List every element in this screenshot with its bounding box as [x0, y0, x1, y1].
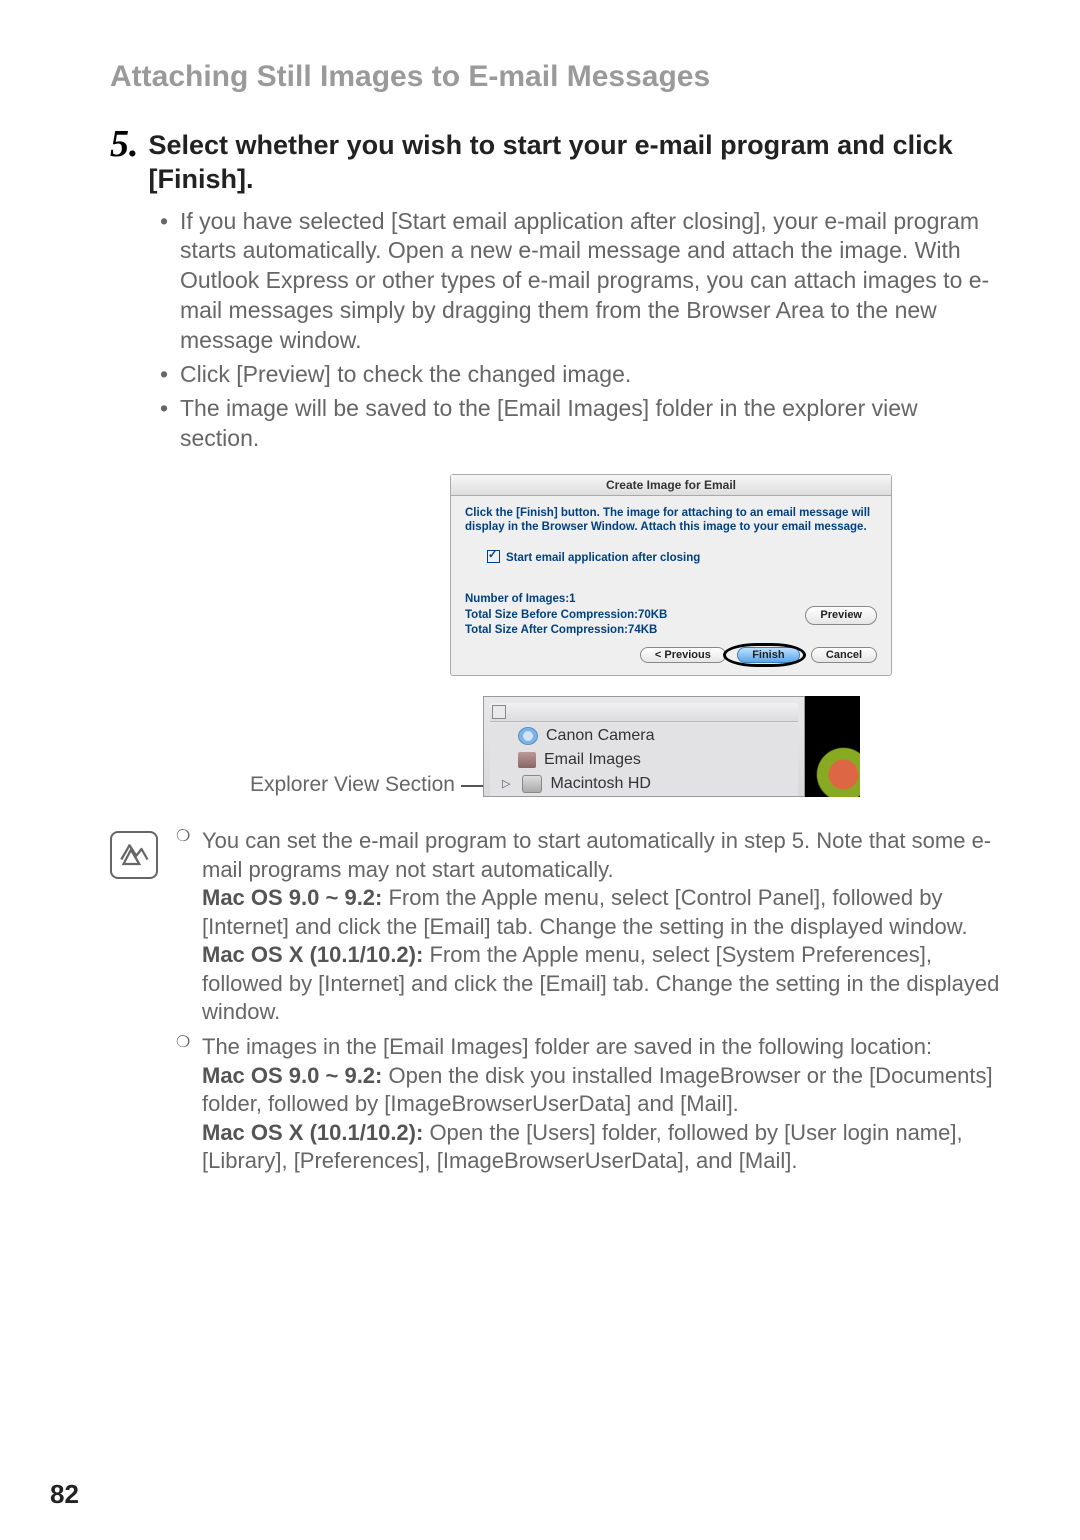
dialog-actions: < Previous Finish Cancel — [465, 647, 877, 663]
step-title: Select whether you wish to start your e-… — [149, 129, 1001, 197]
note-macx-label: Mac OS X (10.1/10.2): — [202, 942, 423, 967]
disclosure-triangle-icon: ▷ — [502, 777, 510, 790]
explorer-caption: Explorer View Section — [250, 773, 455, 796]
bullet-item: Click [Preview] to check the changed ima… — [160, 360, 1000, 390]
size-after: Total Size After Compression:74KB — [465, 623, 667, 639]
section-title: Attaching Still Images to E-mail Message… — [110, 60, 1000, 94]
bullet-item: The image will be saved to the [Email Im… — [160, 394, 1000, 454]
note-mac9-label: Mac OS 9.0 ~ 9.2: — [202, 885, 382, 910]
checkbox-icon — [487, 550, 500, 563]
note-lead: You can set the e-mail program to start … — [202, 828, 991, 882]
previous-button[interactable]: < Previous — [640, 647, 726, 663]
dialog-instruction: Click the [Finish] button. The image for… — [465, 506, 877, 535]
explorer-item-camera[interactable]: Canon Camera — [490, 724, 798, 748]
cancel-button[interactable]: Cancel — [811, 647, 877, 663]
dialog-title: Create Image for Email — [451, 475, 891, 496]
step-number: 5. — [110, 125, 139, 197]
note-mac9-label: Mac OS 9.0 ~ 9.2: — [202, 1063, 382, 1088]
package-icon — [518, 752, 536, 768]
page-number: 82 — [50, 1479, 79, 1510]
explorer-item-hd[interactable]: ▷ Macintosh HD — [490, 772, 798, 796]
notes-body: You can set the e-mail program to start … — [176, 827, 1000, 1182]
note-item: You can set the e-mail program to start … — [176, 827, 1000, 1027]
explorer-item-label: Email Images — [544, 751, 641, 769]
checkbox-label: Start email application after closing — [506, 552, 700, 564]
note-lead: The images in the [Email Images] folder … — [202, 1034, 932, 1059]
create-image-dialog: Create Image for Email Click the [Finish… — [450, 474, 892, 676]
note-item: The images in the [Email Images] folder … — [176, 1033, 1000, 1176]
explorer-item-label: Macintosh HD — [550, 775, 650, 793]
explorer-item-email-images[interactable]: Email Images — [490, 748, 798, 772]
dialog-stats-text: Number of Images:1 Total Size Before Com… — [465, 592, 667, 639]
explorer-panel: Canon Camera Email Images ▷ Macintosh HD — [483, 696, 805, 797]
explorer-item-label: Canon Camera — [546, 727, 655, 745]
bullet-item: If you have selected [Start email applic… — [160, 207, 1000, 356]
step-bullets: If you have selected [Start email applic… — [160, 207, 1000, 454]
camera-icon — [518, 727, 538, 745]
start-email-checkbox[interactable]: Start email application after closing — [487, 550, 877, 564]
explorer-header — [490, 703, 798, 722]
images-count: Number of Images:1 — [465, 592, 667, 608]
finish-button[interactable]: Finish — [737, 647, 799, 663]
note-macx-label: Mac OS X (10.1/10.2): — [202, 1120, 423, 1145]
size-before: Total Size Before Compression:70KB — [465, 608, 667, 624]
callout-line — [461, 785, 483, 787]
preview-button[interactable]: Preview — [805, 606, 877, 625]
explorer-thumbnail — [805, 696, 860, 797]
harddrive-icon — [522, 775, 542, 793]
step-row: 5. Select whether you wish to start your… — [110, 129, 1000, 197]
note-icon — [110, 831, 158, 879]
